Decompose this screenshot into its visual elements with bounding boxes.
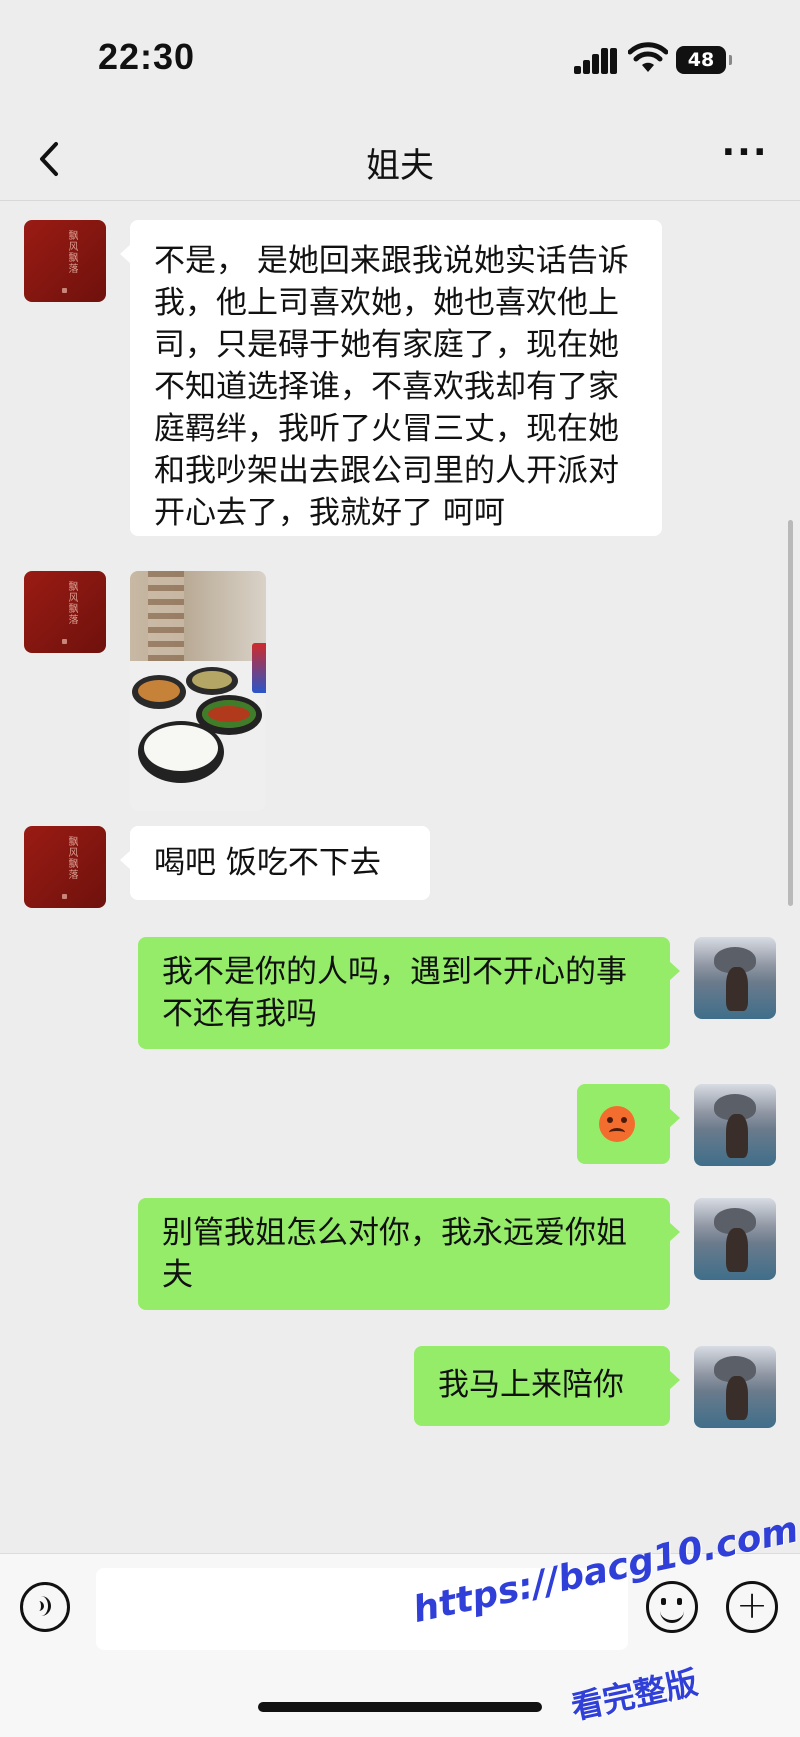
my-avatar[interactable]	[694, 1346, 776, 1428]
outgoing-emoji-message[interactable]	[577, 1084, 680, 1164]
scrollbar[interactable]	[788, 520, 793, 906]
wifi-icon	[628, 42, 668, 72]
contact-avatar[interactable]: 飘风飘落	[24, 220, 106, 302]
incoming-message[interactable]: 不是， 是她回来跟我说她实话告诉我，他上司喜欢她，她也喜欢他上司，只是碍于她有家…	[120, 220, 662, 536]
my-avatar[interactable]	[694, 1198, 776, 1280]
message-text: 我马上来陪你	[438, 1367, 624, 1403]
my-avatar[interactable]	[694, 937, 776, 1019]
more-options-icon[interactable]: ···	[720, 135, 770, 178]
voice-input-icon[interactable]	[20, 1582, 70, 1632]
status-bar: 22:30 48	[0, 0, 800, 118]
message-text: 不是， 是她回来跟我说她实话告诉我，他上司喜欢她，她也喜欢他上司，只是碍于她有家…	[154, 243, 629, 531]
battery-icon: 48	[676, 46, 732, 74]
message-text: 喝吧 饭吃不下去	[154, 845, 381, 881]
my-avatar[interactable]	[694, 1084, 776, 1166]
chat-title: 姐夫	[366, 146, 434, 186]
message-text: 别管我姐怎么对你，我永远爱你姐夫	[162, 1215, 627, 1293]
message-text: 我不是你的人吗，遇到不开心的事不还有我吗	[162, 954, 627, 1032]
status-time: 22:30	[98, 36, 196, 77]
message-list[interactable]: 飘风飘落 不是， 是她回来跟我说她实话告诉我，他上司喜欢她，她也喜欢他上司，只是…	[0, 201, 800, 1553]
avatar-text: 飘风飘落	[66, 581, 77, 625]
contact-avatar[interactable]: 飘风飘落	[24, 571, 106, 653]
angry-face-emoji-icon	[599, 1106, 635, 1142]
plus-icon[interactable]: +	[726, 1581, 778, 1633]
emoji-icon[interactable]	[646, 1581, 698, 1633]
outgoing-message[interactable]: 别管我姐怎么对你，我永远爱你姐夫	[138, 1198, 680, 1310]
chat-header: 姐夫 ···	[0, 118, 800, 201]
cellular-signal-icon	[574, 46, 620, 74]
avatar-text: 飘风飘落	[66, 230, 77, 274]
incoming-photo-message[interactable]	[130, 571, 266, 811]
outgoing-message[interactable]: 我马上来陪你	[414, 1346, 680, 1426]
home-indicator[interactable]	[258, 1702, 542, 1712]
avatar-text: 飘风飘落	[66, 836, 77, 880]
contact-avatar[interactable]: 飘风飘落	[24, 826, 106, 908]
incoming-message[interactable]: 喝吧 饭吃不下去	[120, 826, 430, 900]
outgoing-message[interactable]: 我不是你的人吗，遇到不开心的事不还有我吗	[138, 937, 680, 1049]
